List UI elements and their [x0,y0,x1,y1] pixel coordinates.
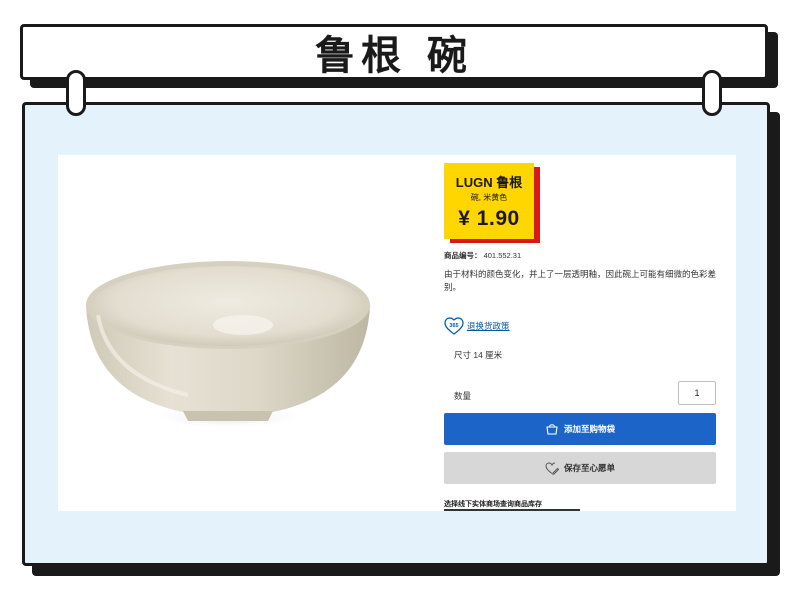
article-number: 401.552.31 [483,251,522,260]
heart-365-icon: 365 [444,317,464,335]
shopping-bag-icon [545,423,559,435]
article-number-label: 商品编号： [444,251,482,260]
product-subtitle: 碗, 米黄色 [470,193,508,202]
title-banner: 鲁根 碗 [20,24,768,80]
frame-clip-left [66,70,86,116]
quantity-input[interactable]: 1 [678,381,716,405]
banner-title: 鲁根 碗 [315,33,473,79]
quantity-label: 数量 [454,391,472,401]
store-stock-underline [444,509,580,511]
store-stock-label[interactable]: 选择线下实体商场查询商品库存 [444,499,542,509]
save-to-wishlist-button[interactable]: 保存至心愿单 [444,452,716,484]
product-page: LUGN 鲁根 碗, 米黄色 ¥ 1.90 商品编号： 401.552.31 由… [58,155,736,511]
price-tag: LUGN 鲁根 碗, 米黄色 ¥ 1.90 [444,163,534,239]
product-price: ¥ 1.90 [458,207,520,230]
save-to-wishlist-label: 保存至心愿单 [563,463,615,473]
frame-clip-right [702,70,722,116]
guarantee-row[interactable]: 365 退换货政策 [444,317,510,335]
product-name: LUGN 鲁根 [455,175,523,190]
product-description: 由于材料的颜色变化，并上了一层透明釉，因此碗上可能有细微的色彩差别。 [444,269,717,292]
bowl-image [86,261,370,429]
product-size: 尺寸 14 厘米 [454,350,503,360]
product-image [78,245,378,435]
add-to-cart-label: 添加至购物袋 [563,424,615,434]
guarantee-link[interactable]: 退换货政策 [467,320,510,332]
guarantee-badge: 365 [449,323,458,329]
article-number-row: 商品编号： 401.552.31 [444,250,521,261]
heart-edit-icon [545,461,559,475]
add-to-cart-button[interactable]: 添加至购物袋 [444,413,716,445]
